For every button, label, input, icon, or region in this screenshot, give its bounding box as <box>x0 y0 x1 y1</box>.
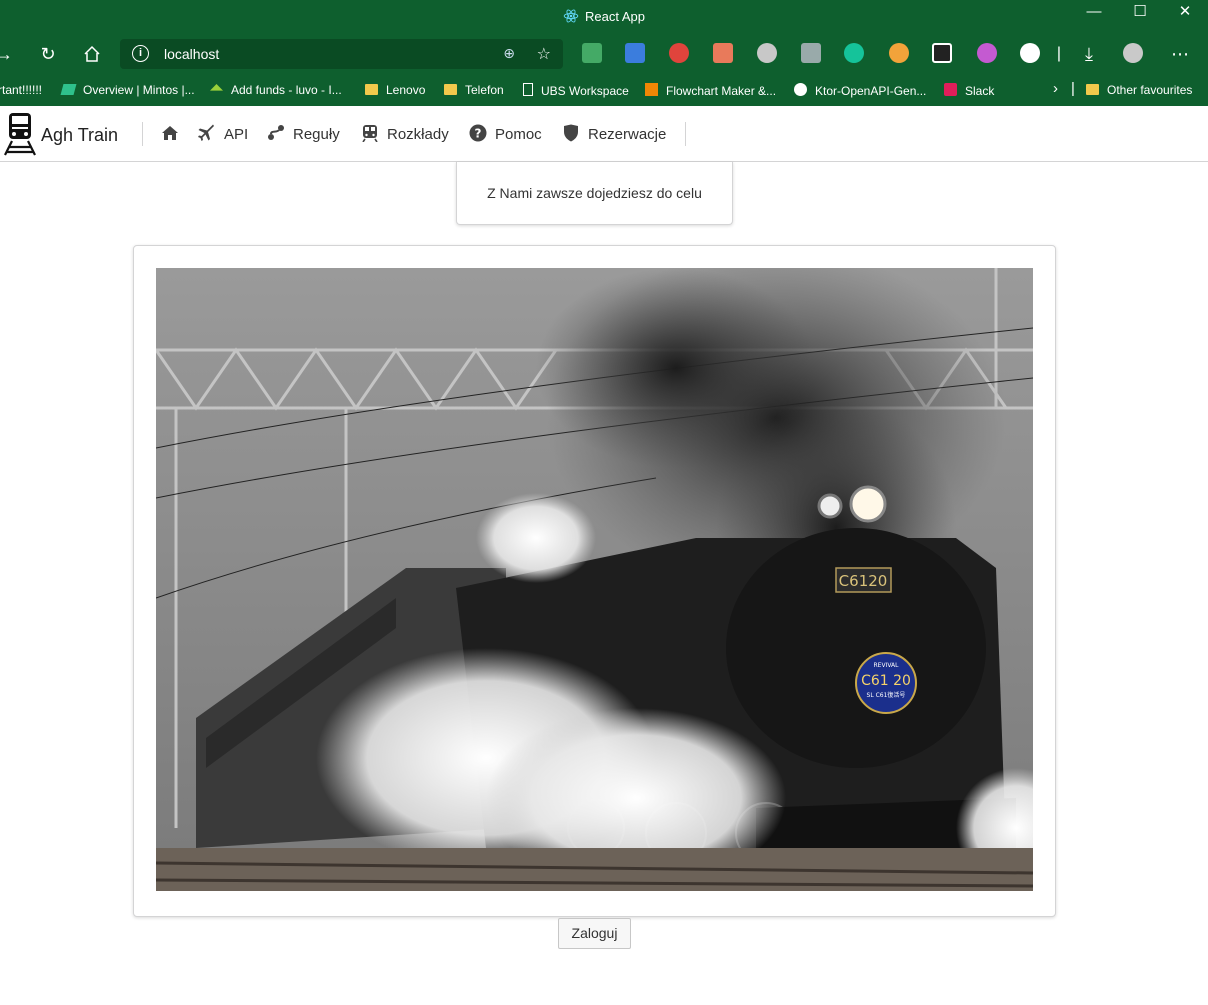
menu-item-pomoc[interactable]: ? Pomoc <box>469 124 542 143</box>
chevron-right-icon[interactable]: › <box>1053 80 1058 97</box>
bookmark-label: Add funds - luvo - I... <box>231 83 342 97</box>
locomotive-plate: C6120 <box>839 572 888 590</box>
add-favourite-icon[interactable]: ☆ <box>537 44 551 64</box>
grammarly-icon[interactable] <box>844 43 864 63</box>
bookmarks-bar: rtant!!!!!! Overview | Mintos |... Add f… <box>0 76 1208 106</box>
route-icon <box>268 125 284 140</box>
home-icon <box>162 126 178 140</box>
bookmark-label: Lenovo <box>386 83 426 97</box>
menu-divider <box>685 122 686 146</box>
drawio-icon <box>645 83 658 96</box>
menu-item-home[interactable] <box>161 124 187 143</box>
subway-icon <box>362 125 378 142</box>
steam-locomotive-photo: C6120 REVIVAL C61 20 SL C61復活号 <box>156 268 1033 891</box>
downloads-icon[interactable]: ⤓ <box>1077 42 1101 66</box>
menu-item-rozklady[interactable]: Rozkłady <box>361 124 449 143</box>
bookmark-label: Ktor-OpenAPI-Gen... <box>815 84 927 98</box>
image-card: C6120 REVIVAL C61 20 SL C61復活号 <box>133 245 1056 917</box>
iuvo-icon <box>210 84 223 91</box>
menu-item-api[interactable]: API <box>198 124 248 143</box>
window-title-text: React App <box>585 9 645 24</box>
google-translate-icon[interactable] <box>625 43 645 63</box>
menu-label: API <box>224 126 249 143</box>
site-info-icon[interactable]: i <box>132 45 149 62</box>
bookmark-item[interactable]: Lenovo <box>365 83 425 97</box>
train-logo-icon <box>4 113 36 156</box>
app-menu-bar: Agh Train API Reguły Rozkłady ? Pomoc Rez… <box>0 106 1208 162</box>
forward-arrow-icon[interactable]: → <box>0 42 16 66</box>
extension-copy-icon[interactable] <box>801 43 821 63</box>
menu-label: Rozkłady <box>387 126 449 143</box>
menu-item-reguly[interactable]: Reguły <box>267 124 340 143</box>
svg-text:?: ? <box>475 127 482 141</box>
slack-icon <box>944 83 957 96</box>
browser-toolbar: → ↻ i localhost ⊕ ☆ | ⤓ ⋯ <box>0 32 1208 76</box>
folder-icon <box>1086 84 1099 95</box>
window-title: React App <box>0 8 1208 24</box>
login-button[interactable]: Zaloguj <box>558 918 631 949</box>
brand-name: Agh Train <box>41 125 119 145</box>
accessibility-icon[interactable] <box>1020 43 1040 63</box>
home-icon[interactable] <box>80 42 104 66</box>
extension-record-icon[interactable] <box>669 43 689 63</box>
extension-gear-icon[interactable] <box>757 43 777 63</box>
extension-x-icon[interactable] <box>932 43 952 63</box>
menu-label: Reguły <box>293 126 340 143</box>
badge-line1: REVIVAL <box>873 662 899 669</box>
bookmark-label: Slack <box>965 84 995 98</box>
shield-icon <box>564 124 578 142</box>
extension-video-icon[interactable] <box>713 43 733 63</box>
mintos-icon <box>60 84 77 95</box>
extension-g-icon[interactable] <box>889 43 909 63</box>
menu-label: Rezerwacje <box>588 126 667 143</box>
minimize-button[interactable]: — <box>1071 0 1117 32</box>
extension-power-icon[interactable] <box>977 43 997 63</box>
url-text[interactable]: localhost <box>164 46 219 62</box>
bookmark-label: UBS Workspace <box>541 84 629 98</box>
bookmark-item[interactable]: Overview | Mintos |... <box>60 83 195 97</box>
bookmark-item[interactable]: UBS Workspace <box>523 83 629 98</box>
bookmark-label: Telefon <box>465 83 504 97</box>
window-title-bar: React App — ☐ ✕ <box>0 0 1208 32</box>
motto-segment: Z Nami zawsze dojedziesz do celu <box>456 162 733 225</box>
bookmark-label: rtant!!!!!! <box>0 83 43 97</box>
bookmark-item[interactable]: Add funds - luvo - I... <box>210 83 342 97</box>
refresh-icon[interactable]: ↻ <box>36 42 60 66</box>
plane-icon <box>198 124 214 141</box>
bookmark-label: Overview | Mintos |... <box>83 83 195 97</box>
address-bar[interactable]: i localhost ⊕ ☆ <box>120 39 563 69</box>
bookmark-label: Other favourites <box>1107 83 1193 97</box>
question-circle-icon: ? <box>469 124 487 142</box>
bookmark-item[interactable]: Slack <box>944 83 994 98</box>
menu-label: Pomoc <box>495 126 542 143</box>
more-menu-icon[interactable]: ⋯ <box>1168 42 1192 66</box>
github-icon <box>794 83 807 96</box>
bookmark-divider: | <box>1071 80 1075 97</box>
close-button[interactable]: ✕ <box>1162 0 1208 32</box>
bookmark-item[interactable]: rtant!!!!!! <box>0 83 42 97</box>
bookmark-item[interactable]: Telefon <box>444 83 504 97</box>
bookmark-item[interactable]: Flowchart Maker &... <box>645 83 776 98</box>
extension-icon[interactable] <box>582 43 602 63</box>
folder-icon <box>365 84 378 95</box>
maximize-button[interactable]: ☐ <box>1117 0 1163 32</box>
page-icon <box>523 83 533 96</box>
react-icon <box>563 9 579 23</box>
bookmark-item[interactable]: Ktor-OpenAPI-Gen... <box>794 83 926 98</box>
menu-divider <box>142 122 143 146</box>
zoom-icon[interactable]: ⊕ <box>503 45 515 62</box>
folder-icon <box>444 84 457 95</box>
toolbar-divider: | <box>1056 45 1062 62</box>
bookmark-item[interactable]: Other favourites <box>1086 83 1192 97</box>
menu-item-rezerwacje[interactable]: Rezerwacje <box>562 124 666 143</box>
badge-line3: SL C61復活号 <box>867 691 906 699</box>
profile-avatar[interactable] <box>1123 43 1143 63</box>
bookmark-label: Flowchart Maker &... <box>666 84 777 98</box>
badge-line2: C61 20 <box>861 673 911 689</box>
